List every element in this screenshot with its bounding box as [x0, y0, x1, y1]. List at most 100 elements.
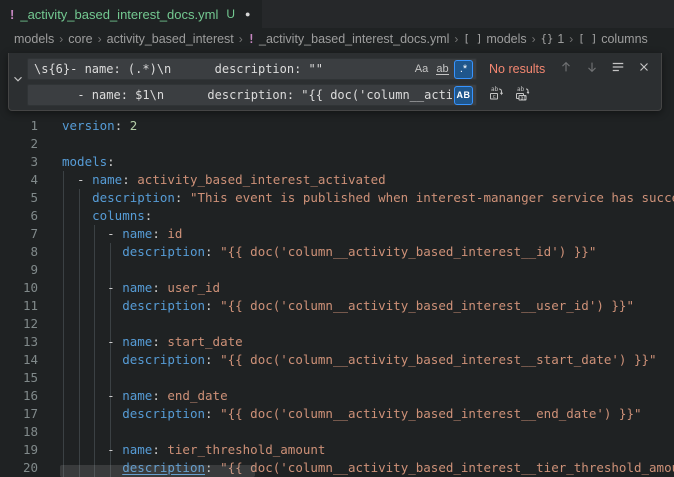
- code-line[interactable]: - name: user_id: [62, 279, 674, 297]
- breadcrumb-item[interactable]: [ ]columns: [578, 32, 648, 46]
- breadcrumb-item[interactable]: [ ]models: [463, 32, 526, 46]
- code-token: :: [205, 352, 213, 367]
- chevron-down-icon: [11, 72, 25, 91]
- code-line[interactable]: [62, 135, 674, 153]
- arrow-down-icon: [585, 60, 599, 79]
- tab-active-file[interactable]: ! _activity_based_interest_docs.yml U ●: [0, 0, 262, 28]
- whole-word-label: ab: [436, 64, 448, 75]
- replace-all-button[interactable]: ab ab: [511, 84, 533, 106]
- tab-filename: _activity_based_interest_docs.yml: [20, 7, 218, 22]
- whole-word-toggle[interactable]: ab: [433, 60, 452, 79]
- find-results-status: No results: [489, 62, 545, 76]
- code-line[interactable]: - name: start_date: [62, 333, 674, 351]
- editor[interactable]: 1 version: 2 23 models: 4 - name: activity_b…: [0, 50, 674, 477]
- code-line[interactable]: - name: tier_threshold_amount: [62, 441, 674, 459]
- replace-all-icon: ab ab: [514, 85, 530, 106]
- line-number[interactable]: 3: [0, 153, 38, 171]
- line-number[interactable]: 16: [0, 387, 38, 405]
- code-line[interactable]: description: "{{ doc('column__activity_b…: [62, 405, 674, 423]
- line-number[interactable]: 18: [0, 423, 38, 441]
- yaml-file-icon: !: [10, 7, 14, 22]
- code-line[interactable]: description: "{{ doc('column__activity_b…: [62, 351, 674, 369]
- line-number[interactable]: 19: [0, 441, 38, 459]
- code-line[interactable]: - name: id: [62, 225, 674, 243]
- code-token: name: [92, 172, 122, 187]
- find-widget: \s{6}- name: (.*)\n description: "" Aa a…: [8, 53, 662, 111]
- find-query-text: \s{6}- name: (.*)\n description: "": [34, 62, 410, 76]
- match-case-toggle[interactable]: Aa: [412, 60, 431, 79]
- git-status-badge: U: [226, 7, 235, 21]
- line-number[interactable]: 2: [0, 135, 38, 153]
- replace-input[interactable]: - name: $1\n description: "{{ doc('colum…: [27, 84, 477, 106]
- line-number[interactable]: 7: [0, 225, 38, 243]
- editor-row: 3 models:: [0, 153, 674, 171]
- line-number[interactable]: 17: [0, 405, 38, 423]
- line-number[interactable]: 5: [0, 189, 38, 207]
- code-token: :: [205, 406, 213, 421]
- find-input[interactable]: \s{6}- name: (.*)\n description: "" Aa a…: [27, 58, 477, 80]
- regex-toggle[interactable]: .*: [454, 60, 473, 79]
- find-in-selection-button[interactable]: [607, 58, 629, 80]
- close-find-button[interactable]: [633, 58, 655, 80]
- code-line[interactable]: [62, 423, 674, 441]
- replace-button[interactable]: ab c: [485, 84, 507, 106]
- line-number[interactable]: 1: [0, 117, 38, 135]
- line-number[interactable]: 12: [0, 315, 38, 333]
- svg-text:ab: ab: [491, 86, 499, 93]
- editor-row: 17 description: "{{ doc('column__activit…: [0, 405, 674, 423]
- breadcrumb-item[interactable]: models: [14, 32, 54, 46]
- next-match-button[interactable]: [581, 58, 603, 80]
- replace-icon: ab c: [488, 85, 504, 106]
- symbol-object-icon: {}: [541, 33, 554, 45]
- breadcrumb-item[interactable]: activity_based_interest: [107, 32, 234, 46]
- line-number[interactable]: 20: [0, 459, 38, 477]
- breadcrumb-item[interactable]: {}1: [541, 32, 565, 46]
- breadcrumb: models › core › activity_based_interest › !_ac…: [0, 28, 674, 50]
- line-number[interactable]: 11: [0, 297, 38, 315]
- line-number[interactable]: 10: [0, 279, 38, 297]
- code-line[interactable]: version: 2: [62, 117, 674, 135]
- line-number[interactable]: 14: [0, 351, 38, 369]
- breadcrumb-separator: ›: [59, 32, 63, 46]
- breadcrumb-item[interactable]: !_activity_based_interest_docs.yml: [248, 32, 450, 46]
- previous-match-button[interactable]: [555, 58, 577, 80]
- code-line[interactable]: models:: [62, 153, 674, 171]
- line-number[interactable]: 4: [0, 171, 38, 189]
- code-token: name: [122, 442, 152, 457]
- code-line[interactable]: description: "{{ doc('column__activity_b…: [62, 297, 674, 315]
- symbol-array-icon: [ ]: [578, 33, 597, 45]
- breadcrumb-separator: ›: [98, 32, 102, 46]
- line-number[interactable]: 8: [0, 243, 38, 261]
- code-token: user_id: [160, 280, 220, 295]
- editor-row: 13 - name: start_date: [0, 333, 674, 351]
- breadcrumb-separator: ›: [454, 32, 458, 46]
- arrow-up-icon: [559, 60, 573, 79]
- line-number[interactable]: 15: [0, 369, 38, 387]
- code-token: "{{ doc('column__activity_based_interest…: [213, 460, 674, 475]
- editor-row: 14 description: "{{ doc('column__activit…: [0, 351, 674, 369]
- modified-dot-icon[interactable]: ●: [245, 9, 250, 19]
- code-line[interactable]: description: "This event is published wh…: [62, 189, 674, 207]
- editor-row: 1 version: 2: [0, 117, 674, 135]
- breadcrumb-item[interactable]: core: [68, 32, 92, 46]
- code-line[interactable]: [62, 315, 674, 333]
- code-token: id: [160, 226, 183, 241]
- code-line[interactable]: - name: end_date: [62, 387, 674, 405]
- code-line[interactable]: - name: activity_based_interest_activate…: [62, 171, 674, 189]
- code-line[interactable]: [62, 369, 674, 387]
- code-token: description: [92, 190, 175, 205]
- line-number[interactable]: 13: [0, 333, 38, 351]
- code-line[interactable]: [62, 261, 674, 279]
- editor-row: 2: [0, 135, 674, 153]
- code-line[interactable]: columns:: [62, 207, 674, 225]
- code-token: [62, 298, 122, 313]
- line-number[interactable]: 6: [0, 207, 38, 225]
- toggle-replace-button[interactable]: [9, 53, 27, 110]
- horizontal-scrollbar[interactable]: [60, 465, 255, 477]
- preserve-case-toggle[interactable]: AB: [454, 86, 473, 105]
- line-number[interactable]: 9: [0, 261, 38, 279]
- code-token: -: [62, 388, 122, 403]
- code-line[interactable]: description: "{{ doc('column__activity_b…: [62, 243, 674, 261]
- code-token: :: [152, 334, 160, 349]
- code-token: -: [62, 226, 122, 241]
